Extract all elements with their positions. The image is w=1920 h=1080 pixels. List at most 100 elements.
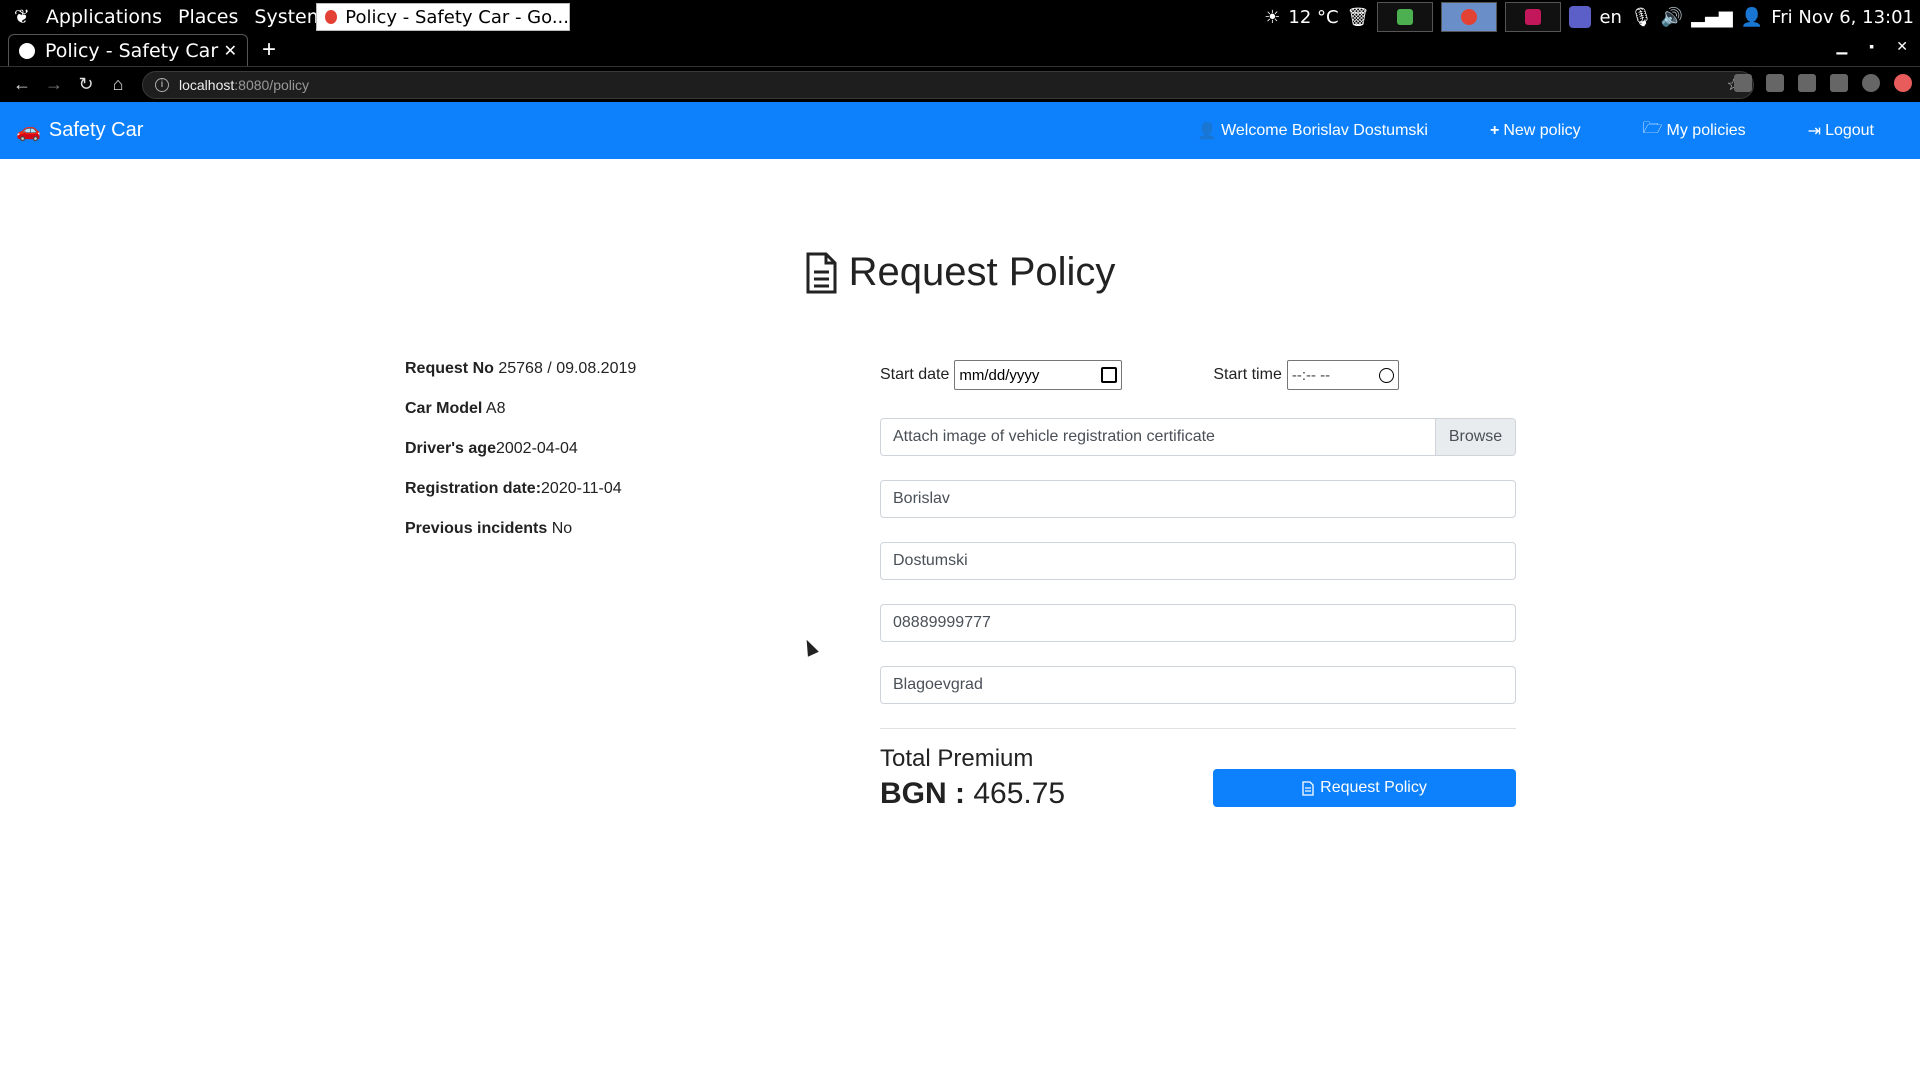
- previous-incidents-value: No: [551, 520, 573, 537]
- start-date-value: mm/dd/yyyy: [959, 366, 1040, 384]
- start-date-input[interactable]: mm/dd/yyyy: [954, 360, 1123, 390]
- request-no-value: 25768 / 09.08.2019: [498, 360, 637, 377]
- nav-my-policies-label: My policies: [1666, 121, 1746, 139]
- folder-open-icon: 🗁: [1642, 120, 1663, 137]
- system-tray: ☀ 12 °C 🗑 en 🎙 🔊 ▂▄▆ 👤 Fri Nov 6, 13:01: [1264, 0, 1914, 34]
- browser-tabstrip: Policy - Safety Car ✕ + ▁ ▪ ✕: [0, 34, 1920, 66]
- app-icon: [1525, 9, 1542, 25]
- city-field[interactable]: Blagoevgrad: [880, 666, 1516, 704]
- info-icon[interactable]: i: [155, 78, 169, 92]
- weather-temp[interactable]: 12 °C: [1288, 7, 1338, 28]
- drivers-age-label: Driver's age: [405, 440, 496, 457]
- first-name-field[interactable]: Borislav: [880, 480, 1516, 518]
- reload-icon[interactable]: ↻: [70, 74, 102, 95]
- gnome-foot-icon[interactable]: ❦: [6, 6, 38, 28]
- summary-row-drivers-age: Driver's age2002-04-04: [405, 440, 636, 480]
- start-time-label: Start time: [1213, 366, 1282, 383]
- brand-link[interactable]: 🚗 Safety Car: [16, 102, 143, 159]
- puzzle-icon[interactable]: [1798, 74, 1816, 92]
- teams-icon[interactable]: [1569, 6, 1592, 28]
- date-time-row: Start date mm/dd/yyyy Start time --:-- -…: [880, 358, 1516, 392]
- clock-icon[interactable]: [1378, 367, 1394, 383]
- browser-toolbar: ← → ↻ ⌂ i localhost:8080/policy ☆: [0, 66, 1920, 102]
- weather-icon: ☀: [1264, 6, 1281, 28]
- workspace-1[interactable]: [1377, 2, 1434, 32]
- volume-icon[interactable]: 🔊: [1661, 7, 1683, 28]
- extension-icon[interactable]: [1734, 74, 1752, 92]
- microphone-icon[interactable]: 🎙: [1630, 7, 1653, 28]
- nav-welcome-link[interactable]: 👤 Welcome Borislav Dostumski: [1197, 121, 1428, 141]
- update-icon[interactable]: [1894, 74, 1912, 92]
- start-time-input[interactable]: --:-- --: [1286, 360, 1399, 390]
- registration-date-label: Registration date:: [405, 480, 542, 497]
- os-top-panel: ❦ Applications Places System Policy - Sa…: [0, 0, 1920, 34]
- network-icon[interactable]: ▂▄▆: [1691, 7, 1733, 28]
- clock[interactable]: Fri Nov 6, 13:01: [1771, 7, 1914, 28]
- file-text-icon: [1302, 780, 1314, 796]
- profile-avatar[interactable]: [1862, 74, 1880, 92]
- nav-logout-link[interactable]: ⇥ Logout: [1808, 121, 1874, 141]
- start-date-label: Start date: [880, 366, 950, 383]
- last-name-field[interactable]: Dostumski: [880, 542, 1516, 580]
- tab-title: Policy - Safety Car: [45, 39, 219, 62]
- minimize-icon[interactable]: ▁: [1837, 38, 1848, 55]
- car-model-value: A8: [485, 400, 506, 417]
- browser-tab[interactable]: Policy - Safety Car ✕: [8, 34, 248, 66]
- policy-form: Start date mm/dd/yyyy Start time --:-- -…: [880, 358, 1516, 835]
- nav-my-policies-link[interactable]: 🗁 My policies: [1643, 117, 1746, 144]
- divider: [880, 728, 1516, 729]
- menu-applications[interactable]: Applications: [38, 6, 170, 28]
- maximize-icon[interactable]: ▪: [1869, 38, 1874, 55]
- request-policy-button[interactable]: Request Policy: [1213, 769, 1516, 807]
- drivers-age-value: 2002-04-04: [495, 440, 578, 457]
- summary-row-incidents: Previous incidents No: [405, 520, 636, 560]
- new-tab-button[interactable]: +: [262, 36, 276, 64]
- globe-icon: [19, 42, 35, 59]
- menu-places[interactable]: Places: [170, 6, 246, 28]
- phone-field[interactable]: 08889999777: [880, 604, 1516, 642]
- chrome-icon: [325, 10, 338, 24]
- back-icon[interactable]: ←: [6, 74, 38, 95]
- summary-row-request-no: Request No 25768 / 09.08.2019: [405, 360, 636, 400]
- home-icon[interactable]: ⌂: [102, 74, 134, 95]
- nav-new-policy-label: New policy: [1503, 121, 1581, 139]
- url-host: localhost: [179, 77, 235, 93]
- os-menu: ❦ Applications Places System: [6, 0, 333, 34]
- taskbar-window-button[interactable]: Policy - Safety Car - Go...: [316, 3, 570, 31]
- request-summary: Request No 25768 / 09.08.2019 Car Model …: [405, 360, 636, 560]
- summary-row-registration: Registration date:2020-11-04: [405, 480, 636, 520]
- nav-new-policy-link[interactable]: + New policy: [1490, 122, 1581, 140]
- plus-icon: +: [1489, 121, 1500, 139]
- registration-certificate-file-input[interactable]: Attach image of vehicle registration cer…: [880, 418, 1516, 456]
- file-input-label: Attach image of vehicle registration cer…: [893, 428, 1215, 445]
- calendar-icon[interactable]: [1101, 367, 1118, 383]
- registration-date-value: 2020-11-04: [541, 480, 622, 497]
- page-title: Request Policy: [0, 250, 1920, 295]
- file-text-icon: [806, 252, 837, 293]
- address-bar[interactable]: i localhost:8080/policy ☆: [142, 71, 1754, 99]
- trash-icon[interactable]: 🗑: [1347, 7, 1370, 28]
- keyboard-lang[interactable]: en: [1599, 7, 1621, 28]
- extension-icon[interactable]: [1766, 74, 1784, 92]
- close-tab-icon[interactable]: ✕: [224, 41, 237, 60]
- car-crash-icon: 🚗: [16, 120, 41, 142]
- user-icon[interactable]: 👤: [1741, 7, 1763, 28]
- sign-out-icon: ⇥: [1807, 122, 1822, 140]
- start-time-value: --:-- --: [1291, 366, 1331, 384]
- browse-button[interactable]: Browse: [1435, 419, 1515, 455]
- user-icon: 👤: [1197, 122, 1218, 140]
- request-no-label: Request No: [405, 360, 494, 377]
- summary-row-car-model: Car Model A8: [405, 400, 636, 440]
- total-premium-section: Total Premium BGN : 465.75 Request Polic…: [880, 745, 1516, 835]
- forward-icon[interactable]: →: [38, 74, 70, 95]
- page-title-text: Request Policy: [848, 250, 1116, 294]
- car-model-label: Car Model: [405, 400, 483, 417]
- app-navbar: 🚗 Safety Car 👤 Welcome Borislav Dostumsk…: [0, 102, 1920, 159]
- close-window-icon[interactable]: ✕: [1896, 38, 1908, 55]
- extensions-area: [1734, 74, 1912, 92]
- request-policy-button-label: Request Policy: [1320, 779, 1427, 796]
- workspace-2[interactable]: [1441, 2, 1498, 32]
- previous-incidents-label: Previous incidents: [405, 520, 548, 537]
- workspace-3[interactable]: [1505, 2, 1562, 32]
- reading-list-icon[interactable]: [1830, 74, 1848, 92]
